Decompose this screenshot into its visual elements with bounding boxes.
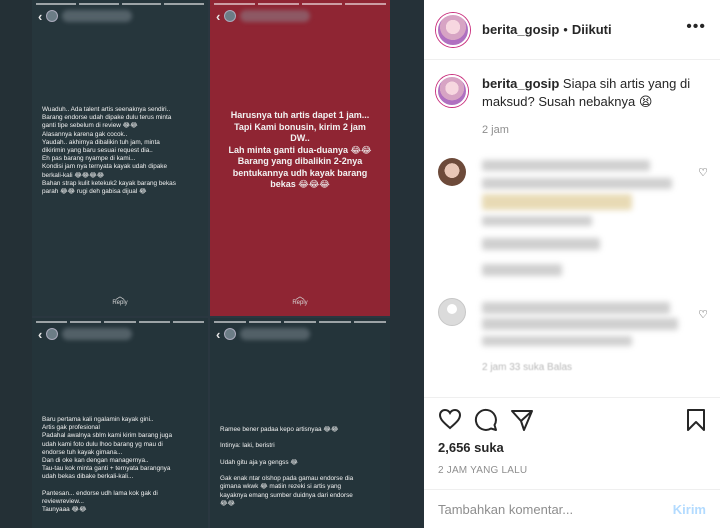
author-avatar[interactable] bbox=[436, 12, 470, 47]
redacted-comment-text bbox=[482, 318, 678, 330]
follow-status-button[interactable]: Diikuti bbox=[572, 22, 612, 37]
like-icon[interactable] bbox=[438, 408, 462, 430]
story-panel-top-left: ‹ Wuaduh.. Ada talent artis seenaknya se… bbox=[32, 0, 208, 316]
comments-section[interactable]: berita_gosip Siapa sih artis yang di mak… bbox=[424, 61, 720, 397]
redacted-username bbox=[240, 10, 311, 22]
comment-input[interactable] bbox=[438, 501, 673, 517]
story-header: ‹ bbox=[38, 326, 133, 342]
redacted-comment-text bbox=[482, 264, 562, 276]
story-progress bbox=[214, 321, 386, 323]
story-text: Ramee bener padaa kepo artisnyaa 😂😂 Inti… bbox=[220, 426, 354, 507]
comment-item: ♡ bbox=[438, 158, 708, 288]
redacted-username bbox=[240, 328, 311, 340]
story-panel-bottom-right: ‹ Ramee bener padaa kepo artisnyaa 😂😂 In… bbox=[210, 318, 390, 528]
author-username[interactable]: berita_gosip bbox=[482, 22, 559, 37]
commenter-avatar[interactable] bbox=[438, 158, 466, 186]
bookmark-icon[interactable] bbox=[686, 408, 706, 432]
caption: berita_gosip Siapa sih artis yang di mak… bbox=[436, 75, 702, 139]
media-edge-right bbox=[390, 0, 424, 528]
story-progress bbox=[36, 3, 204, 5]
share-icon[interactable] bbox=[510, 408, 534, 432]
redacted-comment-text bbox=[482, 216, 592, 226]
story-header: ‹ bbox=[216, 8, 311, 24]
story-reply: ︿ Reply bbox=[32, 291, 208, 307]
story-header: ‹ bbox=[38, 8, 133, 24]
post-header: berita_gosip • Diikuti ••• bbox=[424, 0, 720, 60]
story-avatar bbox=[224, 10, 237, 22]
back-icon: ‹ bbox=[38, 8, 43, 24]
post-timestamp: 2 JAM YANG LALU bbox=[438, 465, 528, 476]
back-icon: ‹ bbox=[216, 326, 221, 342]
story-text: Harusnya tuh artis dapet 1 jam... Tapi K… bbox=[228, 110, 372, 189]
back-icon: ‹ bbox=[216, 8, 221, 24]
action-icons bbox=[438, 408, 706, 434]
comment-meta: 2 jam 33 suka Balas bbox=[482, 362, 573, 373]
media-edge-left bbox=[0, 0, 32, 528]
redacted-comment-text bbox=[482, 160, 650, 171]
chevron-up-icon: ︿ bbox=[295, 291, 305, 301]
redacted-comment-text bbox=[482, 302, 670, 314]
story-header: ‹ bbox=[216, 326, 311, 342]
comment-icon[interactable] bbox=[474, 408, 498, 432]
story-progress bbox=[36, 321, 205, 323]
caption-body: berita_gosip Siapa sih artis yang di mak… bbox=[482, 75, 702, 139]
post-actions: 2,656 suka 2 JAM YANG LALU bbox=[424, 397, 720, 489]
comment-item: 2 jam 33 suka Balas ♡ bbox=[438, 298, 708, 388]
post-comment-button[interactable]: Kirim bbox=[673, 502, 706, 517]
redacted-username bbox=[62, 10, 133, 22]
post-media[interactable]: ‹ Wuaduh.. Ada talent artis seenaknya se… bbox=[0, 0, 424, 528]
story-text: Baru pertama kali ngalamin kayak gini.. … bbox=[42, 416, 173, 514]
caption-username[interactable]: berita_gosip bbox=[482, 76, 559, 91]
story-panel-top-right: ‹ Harusnya tuh artis dapet 1 jam... Tapi… bbox=[210, 0, 390, 316]
separator-dot: • bbox=[563, 22, 568, 37]
like-count[interactable]: 2,656 suka bbox=[438, 440, 706, 455]
more-options-icon[interactable]: ••• bbox=[686, 18, 706, 36]
redacted-comment-text bbox=[482, 194, 632, 210]
redacted-username bbox=[62, 328, 133, 340]
back-icon: ‹ bbox=[38, 326, 43, 342]
reply-label: Reply bbox=[292, 300, 308, 306]
chevron-up-icon: ︿ bbox=[115, 291, 125, 301]
story-progress bbox=[214, 3, 386, 5]
heart-icon[interactable]: ♡ bbox=[698, 308, 708, 321]
story-reply: ︿ Reply bbox=[210, 291, 390, 307]
post-sidebar: berita_gosip • Diikuti ••• berita_gosip … bbox=[424, 0, 720, 528]
heart-icon[interactable]: ♡ bbox=[698, 166, 708, 179]
redacted-comment-text bbox=[482, 238, 600, 250]
reply-label: Reply bbox=[112, 300, 128, 306]
story-avatar bbox=[224, 328, 237, 340]
caption-time: 2 jam bbox=[482, 124, 509, 136]
story-avatar bbox=[46, 328, 59, 340]
add-comment-bar: Kirim bbox=[424, 489, 720, 528]
redacted-comment-text bbox=[482, 178, 672, 189]
story-text: Wuaduh.. Ada talent artis seenaknya send… bbox=[42, 106, 176, 196]
caption-avatar[interactable] bbox=[436, 75, 468, 107]
redacted-comment-text bbox=[482, 336, 632, 346]
story-avatar bbox=[46, 10, 59, 22]
commenter-avatar[interactable] bbox=[438, 298, 466, 326]
story-panel-bottom-left: ‹ Baru pertama kali ngalamin kayak gini.… bbox=[32, 318, 208, 528]
